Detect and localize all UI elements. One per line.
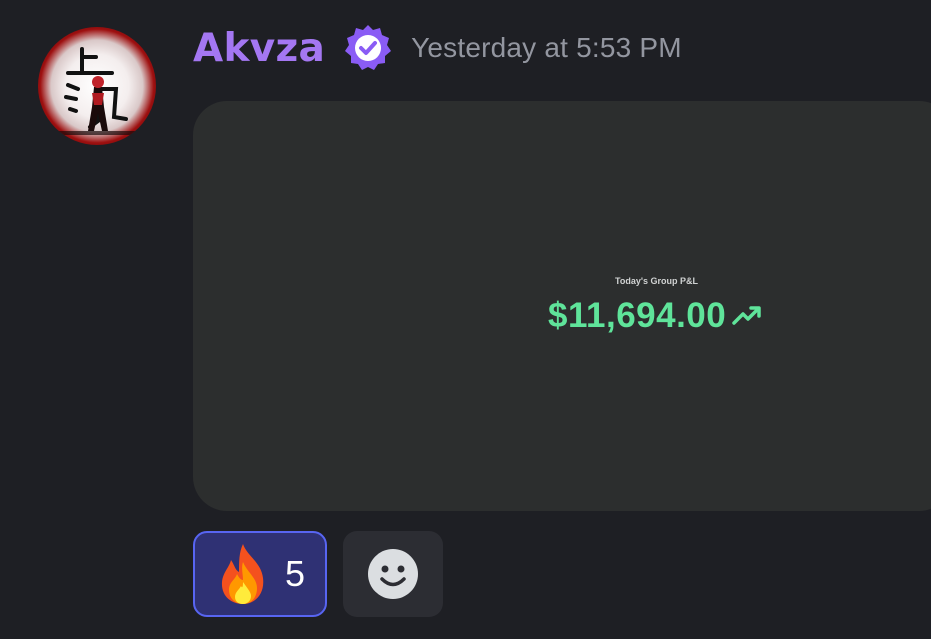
avatar[interactable] [38, 27, 156, 145]
verified-badge-icon [343, 23, 393, 73]
pnl-value: $11,694.00 [548, 296, 727, 335]
chat-message: Akvza Yesterday at 5:53 PM Today's Group… [0, 0, 931, 639]
reaction-count: 5 [285, 553, 306, 594]
username[interactable]: Akvza [193, 26, 325, 71]
add-reaction-button[interactable] [343, 531, 443, 617]
fire-emoji-icon [217, 542, 269, 606]
add-reaction-smiley-icon [367, 548, 419, 600]
message-header: Akvza Yesterday at 5:53 PM [193, 18, 682, 78]
reaction-fire[interactable]: 5 [193, 531, 327, 617]
trending-up-icon [732, 304, 762, 328]
avatar-artwork [58, 47, 138, 135]
pnl-value-row: $11,694.00 [548, 296, 762, 336]
message-timestamp: Yesterday at 5:53 PM [411, 32, 682, 63]
pnl-label: Today's Group P&L [615, 276, 698, 286]
